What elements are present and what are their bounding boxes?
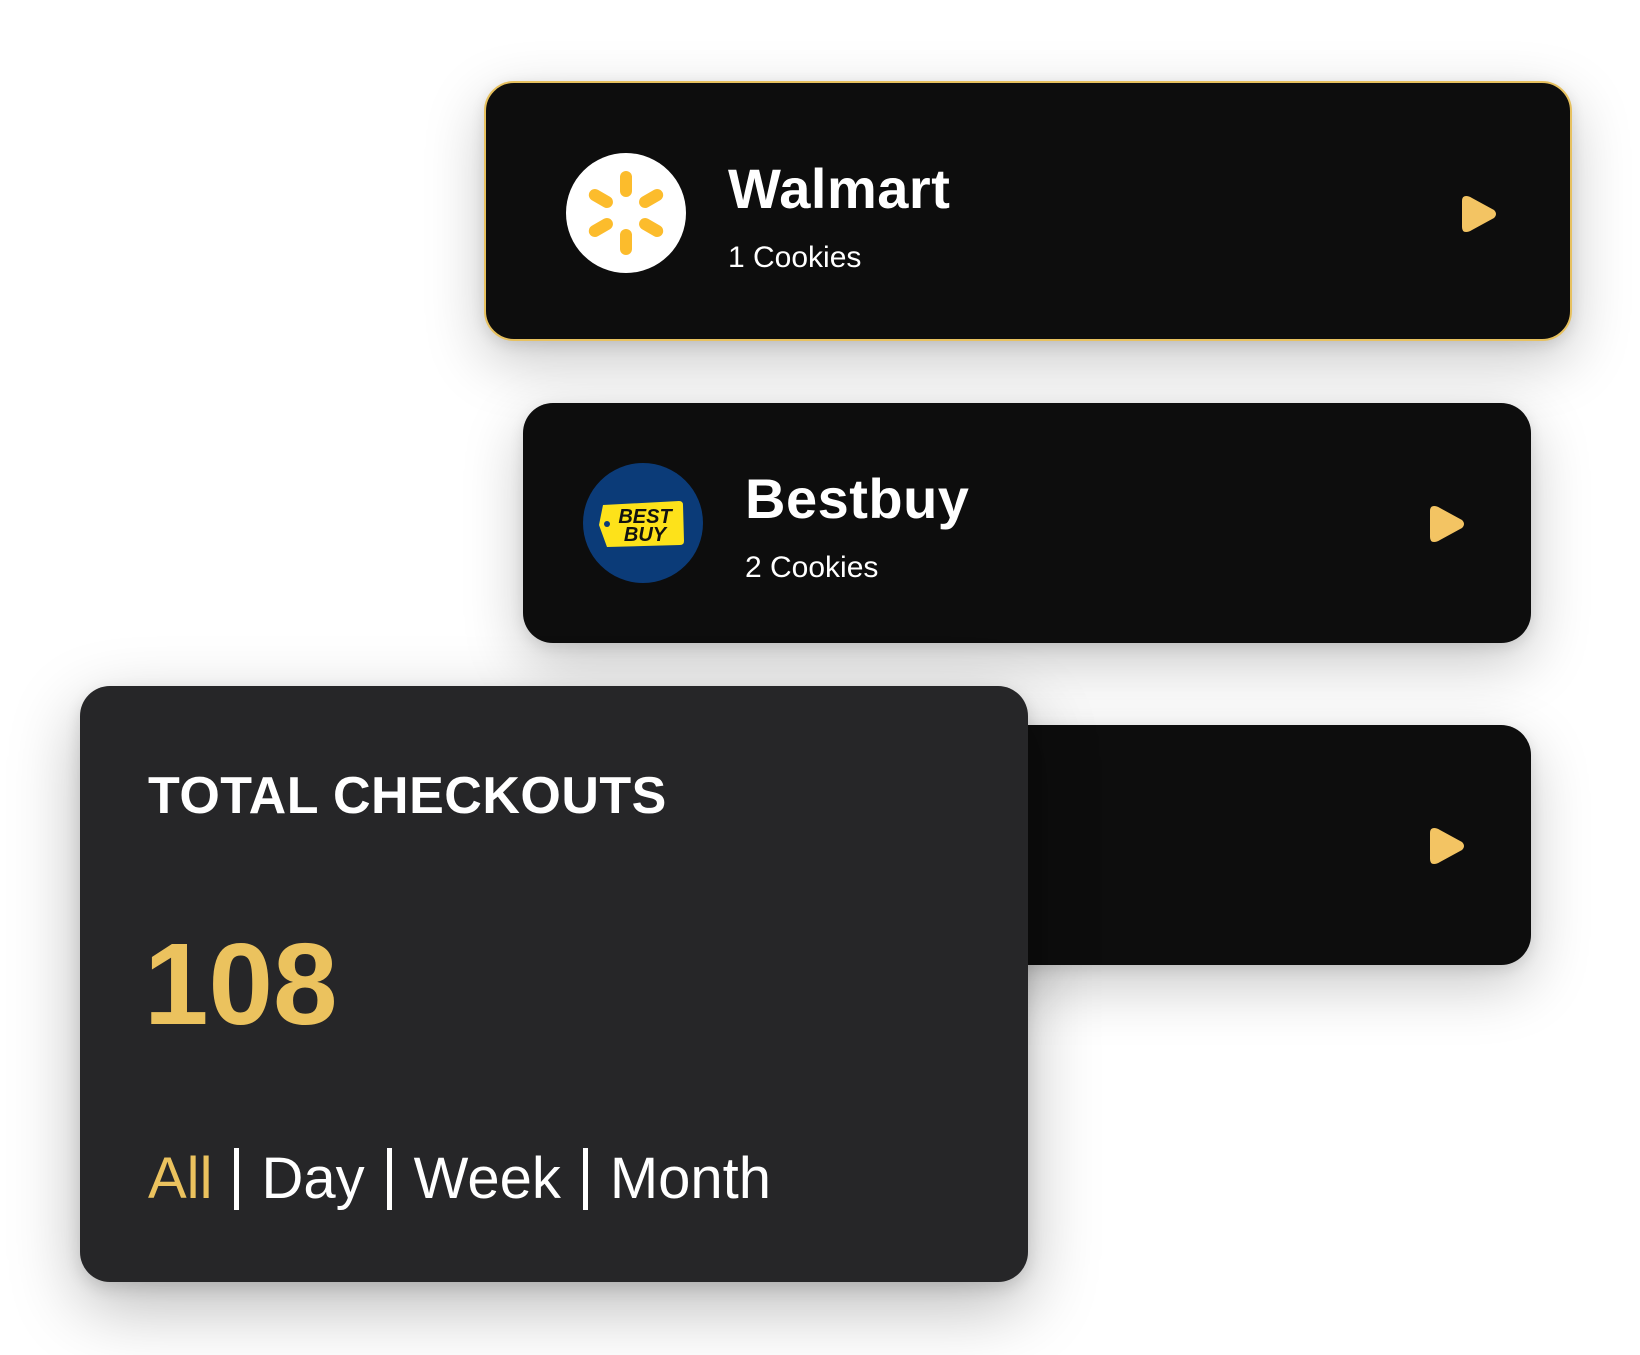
store-card-bestbuy[interactable]: BEST BUY Bestbuy 2 Cookies — [523, 403, 1531, 643]
store-cookie-count: 2 Cookies — [745, 551, 879, 584]
stats-title: TOTAL CHECKOUTS — [148, 767, 667, 825]
total-checkouts-card: TOTAL CHECKOUTS 108 All Day Week Month — [80, 686, 1028, 1282]
filter-day[interactable]: Day — [261, 1150, 364, 1208]
store-cookie-count: 1 Cookies — [728, 241, 862, 274]
time-filter: All Day Week Month — [148, 1148, 771, 1210]
divider — [582, 1148, 588, 1210]
play-icon[interactable] — [1428, 502, 1468, 546]
play-icon[interactable] — [1428, 824, 1468, 868]
divider — [386, 1148, 392, 1210]
store-name: Walmart — [728, 157, 951, 220]
store-name: Bestbuy — [745, 467, 970, 530]
walmart-spark-icon — [566, 153, 686, 273]
play-icon[interactable] — [1460, 192, 1500, 236]
filter-all[interactable]: All — [148, 1150, 212, 1208]
bestbuy-tag-icon: BEST BUY — [583, 463, 703, 583]
checkout-count: 108 — [144, 919, 338, 1049]
store-card-walmart[interactable]: Walmart 1 Cookies — [484, 81, 1572, 341]
svg-text:BUY: BUY — [624, 524, 668, 546]
filter-month[interactable]: Month — [610, 1150, 771, 1208]
divider — [234, 1148, 240, 1210]
filter-week[interactable]: Week — [414, 1150, 561, 1208]
